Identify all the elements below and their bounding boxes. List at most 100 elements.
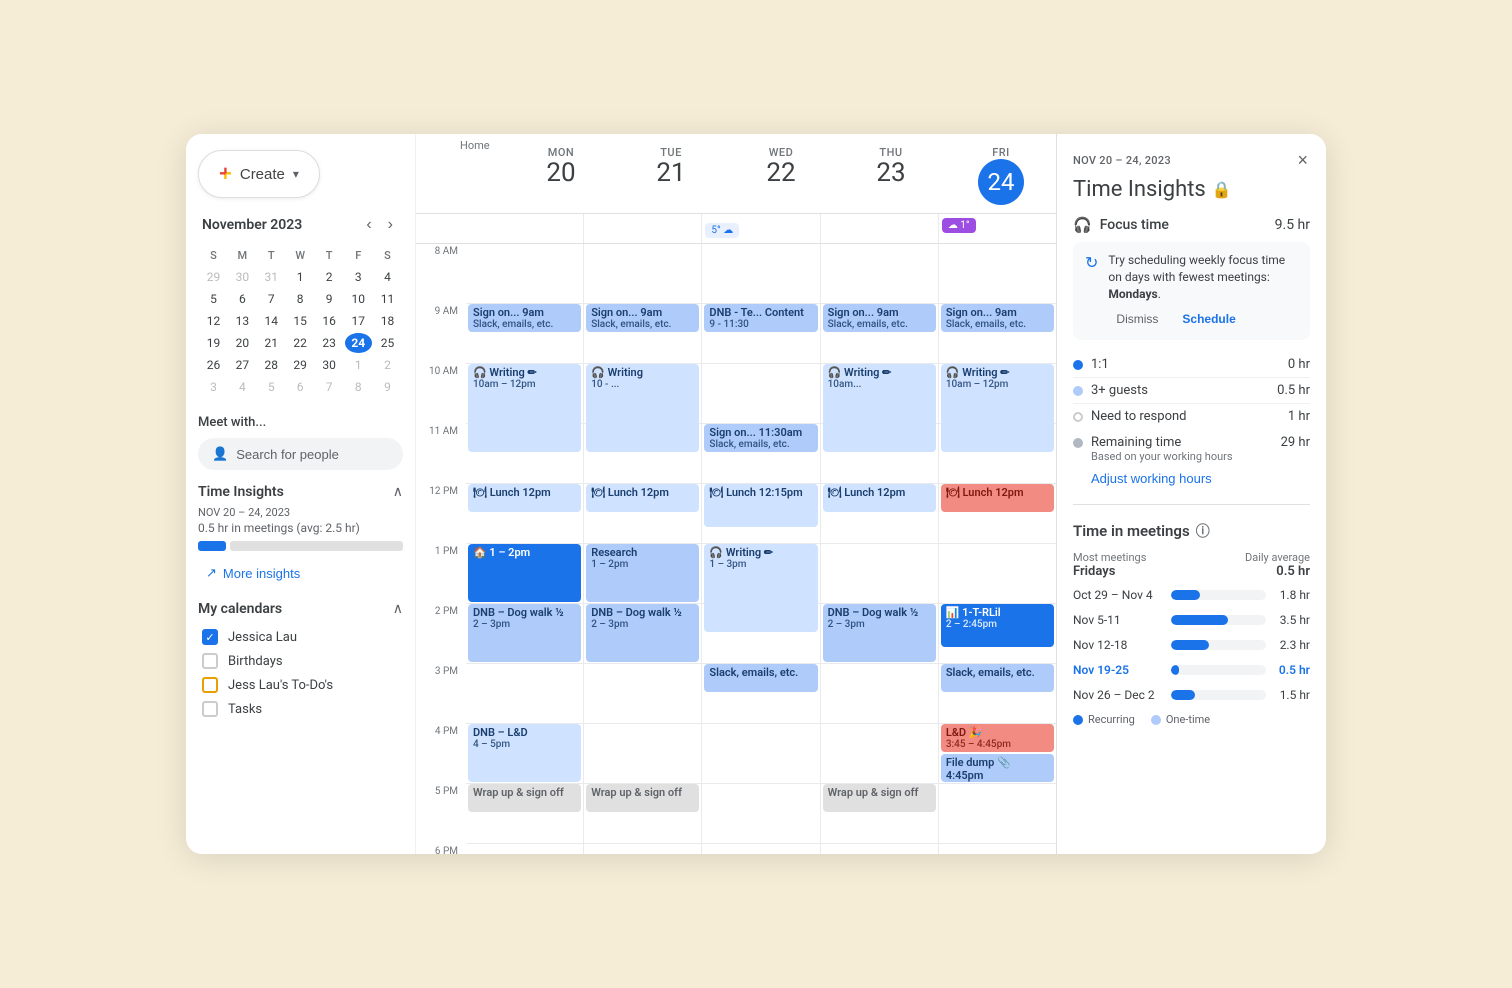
time-label: 11 AM [429,426,458,437]
calendar-event-22[interactable]: Slack, emails, etc. [704,664,817,692]
mini-cal-prev[interactable]: ‹ [360,214,377,236]
mini-cal-day[interactable]: 24 [345,333,372,353]
calendar-item-1[interactable]: Birthdays [198,649,403,673]
calendar-checkbox[interactable]: ✓ [202,629,218,645]
calendar-event-3[interactable]: Sign on... 9amSlack, emails, etc. [823,304,936,332]
mini-cal-day[interactable]: 4 [374,267,401,287]
mini-cal-day[interactable]: 17 [345,311,372,331]
mini-cal-day[interactable]: 30 [316,355,343,375]
mini-cal-day[interactable]: 19 [200,333,227,353]
mini-cal-day[interactable]: 2 [374,355,401,375]
mini-cal-day[interactable]: 1 [287,267,314,287]
mini-cal-day[interactable]: 12 [200,311,227,331]
calendar-item-0[interactable]: ✓Jessica Lau [198,625,403,649]
mini-cal-day[interactable]: 1 [345,355,372,375]
calendar-event-24[interactable]: DNB – L&D4 – 5pm [468,724,581,782]
calendar-checkbox[interactable] [202,701,218,717]
mini-cal-day[interactable]: 16 [316,311,343,331]
panel-close-button[interactable]: × [1295,148,1310,173]
mini-cal-day[interactable]: 22 [287,333,314,353]
time-label: 5 PM [435,786,458,797]
calendar-event-10[interactable]: 🍽 Lunch 12pm [468,484,581,512]
calendar-event-17[interactable]: 🎧 Writing ✏1 – 3pm [704,544,817,632]
calendar-event-15[interactable]: 🏠 1 – 2pm [468,544,581,602]
mini-cal-day[interactable]: 3 [200,377,227,397]
mini-cal-day[interactable]: 3 [345,267,372,287]
mini-cal-day[interactable]: 6 [287,377,314,397]
calendar-event-12[interactable]: 🍽 Lunch 12:15pm [704,484,817,527]
allday-event-fri[interactable]: ☁ 1° [942,218,976,233]
mini-cal-day[interactable]: 18 [374,311,401,331]
mini-cal-day[interactable]: 2 [316,267,343,287]
calendar-event-9[interactable]: Sign on... 11:30amSlack, emails, etc. [704,424,817,452]
calendar-item-2[interactable]: Jess Lau's To-Do's [198,673,403,697]
calendar-checkbox[interactable] [202,653,218,669]
more-insights-button[interactable]: ↗ More insights [198,561,308,585]
mini-cal-day[interactable]: 6 [229,289,256,309]
dismiss-button[interactable]: Dismiss [1108,308,1166,330]
calendar-event-18[interactable]: DNB – Dog walk ½2 – 3pm [468,604,581,662]
adjust-working-hours-button[interactable]: Adjust working hours [1091,467,1212,490]
calendar-event-28[interactable]: Wrap up & sign off [586,784,699,812]
mini-cal-day[interactable]: 20 [229,333,256,353]
mini-cal-day[interactable]: 28 [258,355,285,375]
calendar-event-8[interactable]: 🎧 Writing ✏10am – 12pm [941,364,1054,452]
mini-cal-day[interactable]: 5 [258,377,285,397]
mini-cal-nav-group: ‹ › [360,214,399,236]
mini-cal-day[interactable]: 7 [258,289,285,309]
insights-mini-date: NOV 20 – 24, 2023 [198,506,403,519]
search-people-button[interactable]: 👤 Search for people [198,438,403,470]
calendar-event-14[interactable]: 🍽 Lunch 12pm [941,484,1054,512]
mini-cal-day[interactable]: 5 [200,289,227,309]
calendar-event-27[interactable]: Wrap up & sign off [468,784,581,812]
calendar-event-19[interactable]: DNB – Dog walk ½2 – 3pm [586,604,699,662]
trending-icon: ↗ [206,565,217,581]
calendar-item-3[interactable]: Tasks [198,697,403,721]
mini-cal-day[interactable]: 21 [258,333,285,353]
mini-cal-day[interactable]: 9 [374,377,401,397]
calendar-event-21[interactable]: 📊 1-T-RLil2 – 2:45pm [941,604,1054,647]
mini-cal-day[interactable]: 8 [345,377,372,397]
calendar-event-4[interactable]: Sign on... 9amSlack, emails, etc. [941,304,1054,332]
calendar-event-16[interactable]: Research1 – 2pm [586,544,699,602]
mini-cal-day[interactable]: 4 [229,377,256,397]
time-slot: 1 PM [416,544,466,604]
calendar-checkbox[interactable] [202,677,218,693]
mini-cal-day[interactable]: 15 [287,311,314,331]
mini-cal-day[interactable]: 8 [287,289,314,309]
calendar-event-7[interactable]: 🎧 Writing ✏10am... [823,364,936,452]
legend-onetime-text: One-time [1166,713,1210,726]
calendar-event-1[interactable]: Sign on... 9amSlack, emails, etc. [586,304,699,332]
mini-cal-day[interactable]: 14 [258,311,285,331]
calendar-event-5[interactable]: 🎧 Writing ✏10am – 12pm [468,364,581,452]
calendar-event-6[interactable]: 🎧 Writing10 - ... [586,364,699,452]
mini-cal-day[interactable]: 30 [229,267,256,287]
mini-cal-day[interactable]: 11 [374,289,401,309]
calendar-event-26[interactable]: File dump 📎 4:45pmWrap up & sign off [941,754,1054,782]
calendar-event-25[interactable]: L&D 🎉3:45 – 4:45pm [941,724,1054,752]
mini-cal-day[interactable]: 31 [258,267,285,287]
calendar-event-29[interactable]: Wrap up & sign off [823,784,936,812]
mini-cal-day[interactable]: 10 [345,289,372,309]
calendar-event-2[interactable]: DNB - Te... Content9 - 11:30 [704,304,817,332]
calendar-list: ✓Jessica LauBirthdaysJess Lau's To-Do'sT… [198,625,403,721]
mini-cal-day[interactable]: 25 [374,333,401,353]
mini-cal-day[interactable]: 27 [229,355,256,375]
mini-cal-day[interactable]: 13 [229,311,256,331]
schedule-button[interactable]: Schedule [1174,308,1243,330]
mini-cal-day[interactable]: 29 [200,267,227,287]
mini-cal-day[interactable]: 9 [316,289,343,309]
mini-cal-day[interactable]: 26 [200,355,227,375]
mini-cal-day[interactable]: 23 [316,333,343,353]
mini-cal-day[interactable]: 7 [316,377,343,397]
info-icon[interactable]: ⓘ [1196,521,1210,541]
calendar-event-20[interactable]: DNB – Dog walk ½2 – 3pm [823,604,936,662]
mini-cal-day[interactable]: 29 [287,355,314,375]
calendar-event-13[interactable]: 🍽 Lunch 12pm [823,484,936,512]
calendar-event-0[interactable]: Sign on... 9amSlack, emails, etc. [468,304,581,332]
calendar-event-11[interactable]: 🍽 Lunch 12pm [586,484,699,512]
create-button[interactable]: + Create ▾ [198,150,320,198]
calendar-event-23[interactable]: Slack, emails, etc. [941,664,1054,692]
mini-cal-next[interactable]: › [382,214,399,236]
time-slot: 8 AM [416,244,466,304]
